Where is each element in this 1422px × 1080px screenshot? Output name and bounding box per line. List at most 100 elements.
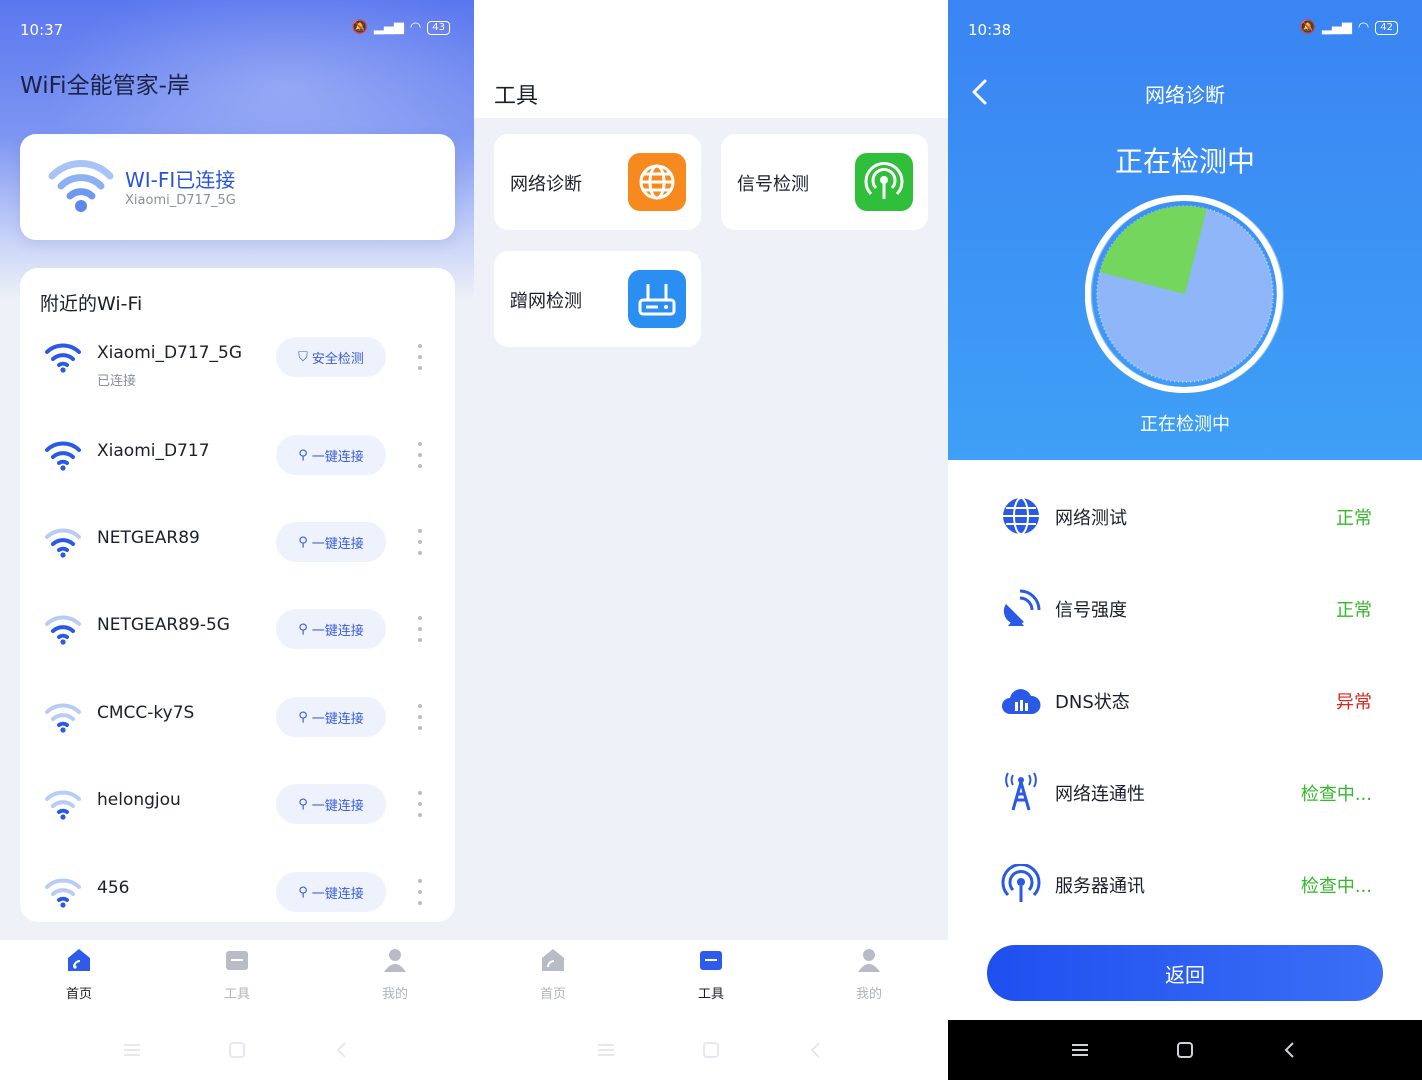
satellite-dish-icon [1003,589,1041,626]
tab-label: 我的 [855,987,882,1002]
home-icon [68,949,90,971]
home-icon [542,949,564,971]
tool-network-diagnosis[interactable]: 网络诊断 [494,134,701,230]
wifi-network-row[interactable]: 456 ⚲ 一键连接 [20,857,455,917]
button-label: 一键连接 [311,711,364,727]
more-options-icon[interactable] [416,616,424,642]
home-nav-icon[interactable] [701,1040,721,1060]
more-options-icon[interactable] [416,791,424,817]
check-status: 异常 [1336,692,1372,713]
wifi-network-row[interactable]: NETGEAR89-5G ⚲ 一键连接 [20,594,455,654]
wifi-network-row[interactable]: Xiaomi_D717 ⚲ 一键连接 [20,420,455,480]
check-label: 信号强度 [1055,600,1127,621]
toolbox-icon [700,951,722,970]
tab-label: 首页 [539,987,566,1002]
security-check-button[interactable]: ⛉ 安全检测 [276,337,386,377]
connection-card[interactable]: WI-FI已连接 Xiaomi_D717_5G [20,134,455,240]
more-options-icon[interactable] [416,442,424,468]
check-status: 正常 [1336,600,1372,621]
system-nav-bar [948,1020,1422,1080]
battery-icon: 42 [1375,20,1398,35]
wifi-name: CMCC-ky7S [97,703,195,723]
tab-mine[interactable]: 我的 [790,940,948,1020]
home-nav-icon[interactable] [1175,1040,1195,1060]
wifi-signal-icon [45,790,81,820]
quick-connect-button[interactable]: ⚲ 一键连接 [276,697,386,737]
status-bar: 10:38 🔕 ▂▄▆ ◠ 42 [948,18,1422,44]
system-nav-bar [474,1020,948,1080]
check-label: 网络测试 [1055,508,1127,529]
wifi-name: helongjou [97,790,181,810]
return-button[interactable]: 返回 [987,945,1383,1001]
back-nav-icon[interactable] [332,1040,352,1060]
tab-bar: 首页 工具 我的 [474,940,948,1020]
status-time: 10:38 [968,21,1012,39]
toolbox-icon [226,951,248,970]
check-status: 检查中... [1300,784,1372,805]
wifi-signal-icon [45,703,81,733]
wifi-network-row[interactable]: CMCC-ky7S ⚲ 一键连接 [20,682,455,742]
quick-connect-button[interactable]: ⚲ 一键连接 [276,872,386,912]
tab-tools[interactable]: 工具 [158,940,316,1020]
wifi-network-row[interactable]: NETGEAR89 ⚲ 一键连接 [20,507,455,567]
tab-label: 工具 [697,987,724,1002]
globe-icon [1003,497,1039,535]
status-icons: 🔕 ▂▄▆ ◠ 43 [352,20,450,35]
wifi-name: Xiaomi_D717 [97,441,210,461]
tab-tools[interactable]: 工具 [632,940,790,1020]
tab-mine[interactable]: 我的 [316,940,474,1020]
link-icon: ⚲ [298,709,308,725]
more-options-icon[interactable] [416,529,424,555]
wifi-status-icon: ◠ [1357,20,1370,35]
quick-connect-button[interactable]: ⚲ 一键连接 [276,522,386,562]
link-icon: ⚲ [298,796,308,812]
broadcast-icon [1001,864,1041,902]
quick-connect-button[interactable]: ⚲ 一键连接 [276,609,386,649]
link-icon: ⚲ [298,621,308,637]
back-nav-icon[interactable] [1280,1040,1300,1060]
wifi-status: 已连接 [97,374,137,389]
link-icon: ⚲ [298,884,308,900]
quick-connect-button[interactable]: ⚲ 一键连接 [276,784,386,824]
quick-connect-button[interactable]: ⚲ 一键连接 [276,435,386,475]
scan-gauge [1085,195,1284,393]
more-options-icon[interactable] [416,879,424,905]
button-label: 一键连接 [311,623,364,639]
wifi-signal-icon [45,878,81,908]
back-nav-icon[interactable] [806,1040,826,1060]
button-label: 一键连接 [311,886,364,902]
button-label: 一键连接 [311,798,364,814]
tab-bar: 首页 工具 我的 [0,940,474,1020]
menu-nav-icon[interactable] [1070,1040,1090,1060]
button-label: 一键连接 [311,449,364,465]
check-label: DNS状态 [1055,692,1130,713]
status-time: 10:37 [20,21,64,39]
more-options-icon[interactable] [416,344,424,370]
wifi-name: Xiaomi_D717_5G [97,343,242,363]
tool-freeloader-detection[interactable]: 蹭网检测 [494,251,701,347]
check-signal-strength: 信号强度 正常 [948,576,1422,636]
home-nav-icon[interactable] [227,1040,247,1060]
router-icon [628,270,686,328]
user-icon [384,949,406,972]
diagnosis-header: 10:38 🔕 ▂▄▆ ◠ 42 网络诊断 正在检测中 正在检测中 [948,0,1422,460]
tab-home[interactable]: 首页 [474,940,632,1020]
wifi-signal-icon [45,615,81,645]
battery-icon: 43 [427,20,450,35]
check-status: 检查中... [1300,876,1372,897]
more-options-icon[interactable] [416,704,424,730]
cloud-server-icon [1002,689,1041,714]
nearby-title: 附近的Wi-Fi [40,293,143,315]
wifi-signal-icon [45,343,81,373]
menu-nav-icon[interactable] [122,1040,142,1060]
tool-label: 信号检测 [737,174,809,195]
tab-home[interactable]: 首页 [0,940,158,1020]
wifi-network-row[interactable]: helongjou ⚲ 一键连接 [20,769,455,829]
tool-label: 网络诊断 [510,174,582,195]
cellular-icon: ▂▄▆ [1321,20,1352,35]
menu-nav-icon[interactable] [596,1040,616,1060]
tool-signal-detection[interactable]: 信号检测 [721,134,928,230]
status-icons: 🔕 ▂▄▆ ◠ 42 [1300,20,1398,35]
mute-icon: 🔕 [1299,20,1316,35]
wifi-network-row[interactable]: Xiaomi_D717_5G 已连接 ⛉ 安全检测 [20,330,455,390]
